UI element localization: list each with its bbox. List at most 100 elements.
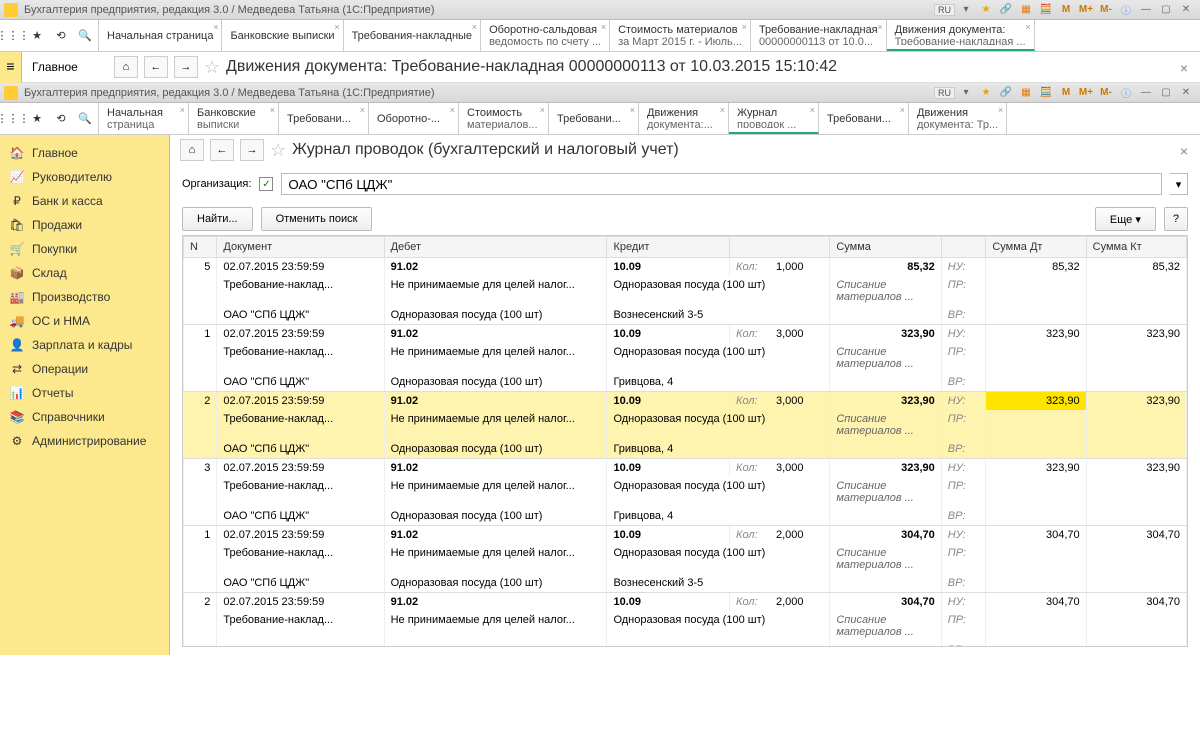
tab-close-icon[interactable]: × — [472, 22, 477, 32]
sidebar-item[interactable]: 📚Справочники — [0, 405, 169, 429]
tab[interactable]: ×Стоимостьматериалов... — [459, 103, 549, 134]
sidebar-item[interactable]: 🚚ОС и НМА — [0, 309, 169, 333]
m-btn[interactable]: M — [1056, 86, 1076, 100]
close-icon[interactable]: ✕ — [1176, 3, 1196, 17]
col-debit[interactable]: Дебет — [384, 237, 607, 258]
m-plus-btn[interactable]: M+ — [1076, 86, 1096, 100]
sidebar-item[interactable]: 👤Зарплата и кадры — [0, 333, 169, 357]
tab-close-icon[interactable]: × — [1025, 22, 1030, 32]
link-icon[interactable]: 🔗 — [996, 3, 1016, 17]
tab[interactable]: ×Требовани... — [549, 103, 639, 134]
tab[interactable]: ×Журналпроводок ... — [729, 103, 819, 134]
tab[interactable]: ×Банковские выписки — [222, 20, 343, 51]
tab[interactable]: ×Требовани... — [819, 103, 909, 134]
tab-close-icon[interactable]: × — [601, 22, 606, 32]
tab[interactable]: ×Движениядокумента: Тр... — [909, 103, 1007, 134]
table-row[interactable]: Требование-наклад...Не принимаемые для ц… — [184, 544, 1187, 574]
grid-icon[interactable]: ▦ — [1016, 86, 1036, 100]
col-sumkt[interactable]: Сумма Кт — [1086, 237, 1186, 258]
favorite-star-icon[interactable]: ☆ — [270, 140, 286, 161]
table-row[interactable]: 202.07.2015 23:59:5991.02 10.09Кол: 2,00… — [184, 593, 1187, 612]
tab[interactable]: ×Оборотно-... — [369, 103, 459, 134]
home-button[interactable]: ⌂ — [114, 56, 138, 78]
organization-input[interactable] — [281, 173, 1162, 195]
tab-close-icon[interactable]: × — [877, 22, 882, 32]
col-credit[interactable]: Кредит — [607, 237, 730, 258]
table-row[interactable]: ОАО "СПб ЦДЖ"Одноразовая посуда (100 шт)… — [184, 373, 1187, 392]
tab[interactable]: ×Движения документа:Требование-накладная… — [887, 20, 1035, 51]
more-button[interactable]: Еще ▾ — [1095, 207, 1156, 231]
cancel-find-button[interactable]: Отменить поиск — [261, 207, 373, 231]
close-page-icon[interactable]: × — [1180, 143, 1188, 159]
fav-icon[interactable]: ★ — [976, 3, 996, 17]
sidebar-item[interactable]: ⚙Администрирование — [0, 429, 169, 453]
table-row[interactable]: Требование-наклад...Не принимаемые для ц… — [184, 611, 1187, 641]
tab-close-icon[interactable]: × — [540, 105, 545, 115]
sidebar-item[interactable]: 🏠Главное — [0, 141, 169, 165]
sidebar-item[interactable]: 🛍Продажи — [0, 213, 169, 237]
tab-close-icon[interactable]: × — [334, 22, 339, 32]
info-icon[interactable]: ⓘ — [1116, 3, 1136, 17]
tab[interactable]: ×Требования-накладные — [344, 20, 482, 51]
lang-indicator[interactable]: RU — [934, 4, 955, 16]
org-check-icon[interactable]: ✓ — [259, 177, 273, 191]
calc-icon[interactable]: 🧮 — [1036, 86, 1056, 100]
apps-icon[interactable]: ⋮⋮⋮ — [6, 29, 20, 43]
maximize-icon[interactable]: ▢ — [1156, 86, 1176, 100]
grid-icon[interactable]: ▦ — [1016, 3, 1036, 17]
table-row[interactable]: 302.07.2015 23:59:5991.02 10.09Кол: 3,00… — [184, 459, 1187, 478]
menu-icon[interactable]: ≡ — [6, 58, 14, 74]
favorite-star-icon[interactable]: ☆ — [204, 57, 220, 78]
calc-icon[interactable]: 🧮 — [1036, 3, 1056, 17]
table-row[interactable]: 102.07.2015 23:59:5991.02 10.09Кол: 3,00… — [184, 325, 1187, 344]
table-row[interactable]: 102.07.2015 23:59:5991.02 10.09Кол: 2,00… — [184, 526, 1187, 545]
maximize-icon[interactable]: ▢ — [1156, 3, 1176, 17]
history-icon[interactable]: ⟲ — [54, 29, 68, 43]
tab[interactable]: ×Начальная страница — [99, 20, 222, 51]
fav-icon[interactable]: ★ — [976, 86, 996, 100]
toolbar-icon[interactable]: ▾ — [956, 3, 976, 17]
back-button[interactable]: ← — [210, 139, 234, 161]
forward-button[interactable]: → — [240, 139, 264, 161]
col-sum-tag[interactable] — [941, 237, 986, 258]
lang-indicator[interactable]: RU — [934, 87, 955, 99]
history-icon[interactable]: ⟲ — [54, 112, 68, 126]
find-button[interactable]: Найти... — [182, 207, 253, 231]
sidebar-item[interactable]: 📈Руководителю — [0, 165, 169, 189]
sidebar-item[interactable]: 🛒Покупки — [0, 237, 169, 261]
m-minus-btn[interactable]: M- — [1096, 86, 1116, 100]
table-row[interactable]: Требование-наклад...Не принимаемые для ц… — [184, 410, 1187, 440]
journal-grid[interactable]: N Документ Дебет Кредит Сумма Сумма Дт С… — [182, 235, 1188, 647]
forward-button[interactable]: → — [174, 56, 198, 78]
tab[interactable]: ×Банковскиевыписки — [189, 103, 279, 134]
org-dropdown-icon[interactable]: ▾ — [1170, 173, 1188, 195]
help-button[interactable]: ? — [1164, 207, 1188, 231]
table-row[interactable]: 202.07.2015 23:59:5991.02 10.09Кол: 3,00… — [184, 392, 1187, 411]
table-row[interactable]: Требование-наклад...Не принимаемые для ц… — [184, 477, 1187, 507]
tab-close-icon[interactable]: × — [900, 105, 905, 115]
toolbar-icon[interactable]: ▾ — [956, 86, 976, 100]
col-n[interactable]: N — [184, 237, 217, 258]
col-credit-qty[interactable] — [730, 237, 830, 258]
table-row[interactable]: ОАО "СПб ЦДЖ"Одноразовая посуда (100 шт)… — [184, 507, 1187, 526]
tab[interactable]: ×Стоимость материаловза Март 2015 г. - И… — [610, 20, 751, 51]
sidebar-item[interactable]: 📦Склад — [0, 261, 169, 285]
col-sum[interactable]: Сумма — [830, 237, 941, 258]
tab-close-icon[interactable]: × — [450, 105, 455, 115]
tab[interactable]: ×Требовани... — [279, 103, 369, 134]
tab-close-icon[interactable]: × — [360, 105, 365, 115]
m-btn[interactable]: M — [1056, 3, 1076, 17]
close-page-icon[interactable]: × — [1180, 60, 1188, 76]
sidebar-item[interactable]: ₽Банк и касса — [0, 189, 169, 213]
col-doc[interactable]: Документ — [217, 237, 384, 258]
table-row[interactable]: ОАО "СПб ЦДЖ"Одноразовая посуда (100 шт)… — [184, 440, 1187, 459]
col-sumdt[interactable]: Сумма Дт — [986, 237, 1086, 258]
search-icon[interactable]: 🔍 — [78, 29, 92, 43]
tab-close-icon[interactable]: × — [720, 105, 725, 115]
m-plus-btn[interactable]: M+ — [1076, 3, 1096, 17]
sidebar-item[interactable]: ⇄Операции — [0, 357, 169, 381]
info-icon[interactable]: ⓘ — [1116, 86, 1136, 100]
tab[interactable]: ×Требование-накладная00000000113 от 10.0… — [751, 20, 887, 51]
tab-close-icon[interactable]: × — [742, 22, 747, 32]
table-row[interactable]: Требование-наклад...Не принимаемые для ц… — [184, 276, 1187, 306]
